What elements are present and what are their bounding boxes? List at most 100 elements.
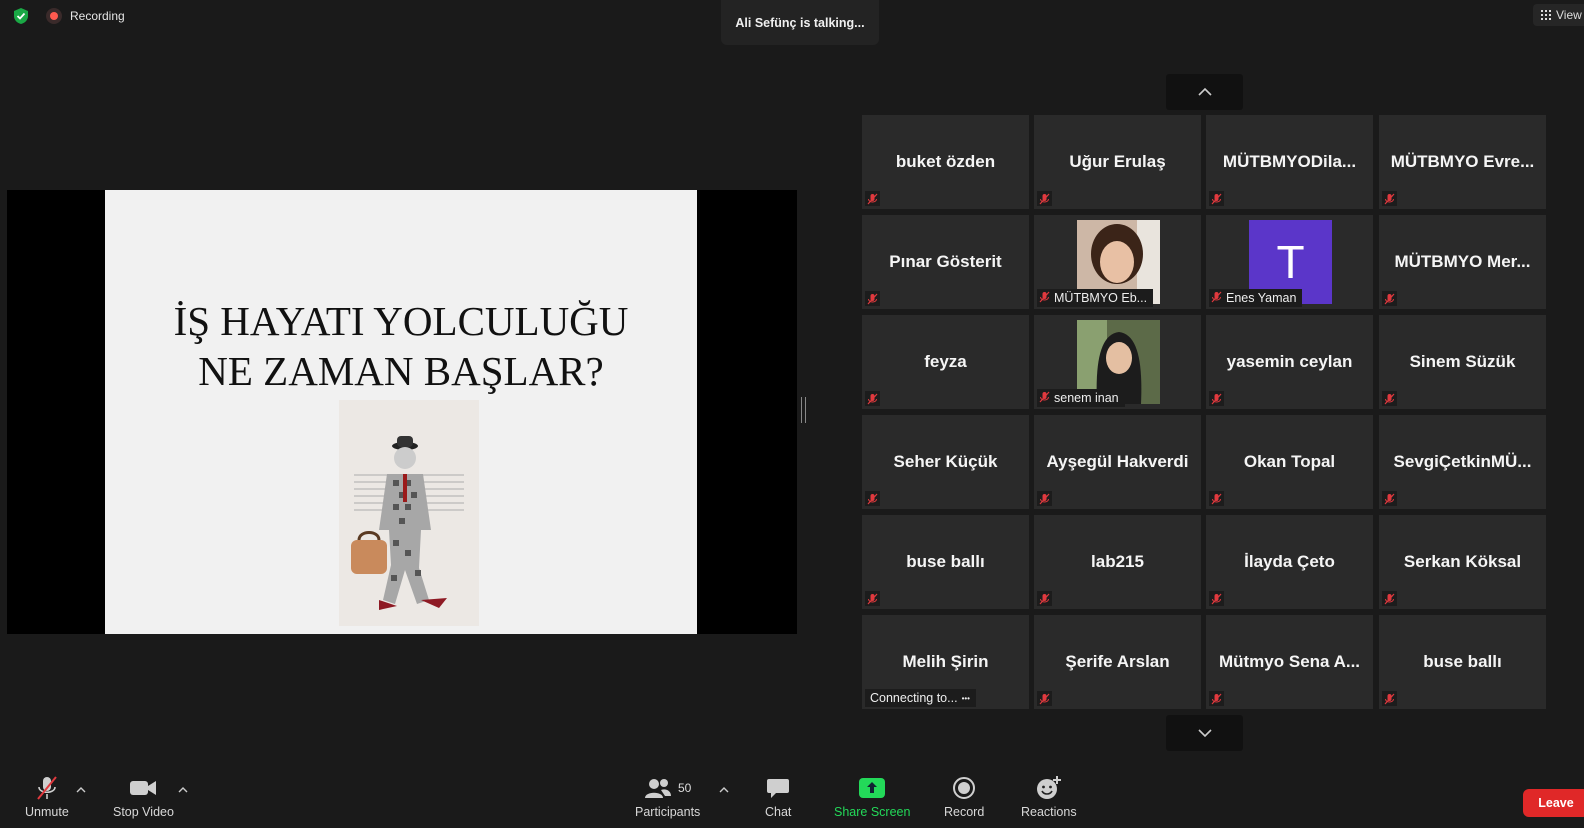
stop-video-label: Stop Video <box>113 805 174 819</box>
participant-name-label: senem inan <box>1037 389 1125 407</box>
participant-tile[interactable]: Sinem Süzük <box>1379 315 1546 409</box>
participant-name: Şerife Arslan <box>1065 652 1170 671</box>
participant-name: Pınar Gösterit <box>889 252 1002 271</box>
chevron-down-icon <box>1197 729 1212 738</box>
participant-tile[interactable]: MÜTBMYODila... <box>1206 115 1373 209</box>
slide-title-line-1: İŞ HAYATI YOLCULUĞU <box>173 298 629 344</box>
splitter-handle[interactable] <box>801 397 806 423</box>
security-shield-icon[interactable] <box>12 7 30 25</box>
share-screen-button[interactable]: Share Screen <box>834 774 910 819</box>
microphone-muted-icon <box>1382 291 1397 306</box>
microphone-muted-icon <box>865 591 880 606</box>
active-speaker-banner: Ali Sefünç is talking... <box>721 0 879 45</box>
chat-label: Chat <box>765 805 792 819</box>
audio-options-caret-icon[interactable] <box>76 786 86 794</box>
participant-tile[interactable]: MÜTBMYO Mer... <box>1379 215 1546 309</box>
microphone-muted-icon <box>1382 391 1397 406</box>
slide-illustration <box>339 400 479 626</box>
microphone-muted-icon <box>1211 291 1222 306</box>
leave-button[interactable]: Leave <box>1523 789 1584 817</box>
participant-name: buse ballı <box>906 552 985 571</box>
participant-tile[interactable]: feyza <box>862 315 1029 409</box>
participant-tile[interactable]: Uğur Erulaş <box>1034 115 1201 209</box>
microphone-muted-icon <box>1382 491 1397 506</box>
participant-tile[interactable]: buse ballı <box>862 515 1029 609</box>
gallery-page-down-button[interactable] <box>1166 715 1243 751</box>
chat-button[interactable]: Chat <box>765 774 791 819</box>
participant-name: Okan Topal <box>1243 452 1336 471</box>
participant-tile[interactable]: Şerife Arslan <box>1034 615 1201 709</box>
record-button[interactable]: Record <box>944 774 984 819</box>
participants-button[interactable]: 50 Participants <box>635 774 700 819</box>
participant-tile[interactable]: MÜTBMYO Eb... <box>1034 215 1201 309</box>
connecting-status-label: Connecting to... ••• <box>865 689 976 707</box>
participant-tile[interactable]: Pınar Gösterit <box>862 215 1029 309</box>
participant-name: MÜTBMYO Evre... <box>1390 152 1535 171</box>
grid-view-icon <box>1541 10 1551 20</box>
participant-tile[interactable]: Okan Topal <box>1206 415 1373 509</box>
recording-indicator-icon <box>46 8 62 24</box>
participant-tile[interactable]: Ayşegül Hakverdi <box>1034 415 1201 509</box>
participant-tile[interactable]: yasemin ceylan <box>1206 315 1373 409</box>
participant-tile[interactable]: Mütmyo Sena A... <box>1206 615 1373 709</box>
microphone-muted-icon <box>1382 191 1397 206</box>
participant-name: MÜTBMYODila... <box>1222 152 1357 171</box>
participant-tile[interactable]: MÜTBMYO Evre... <box>1379 115 1546 209</box>
microphone-muted-icon <box>1037 491 1052 506</box>
microphone-muted-icon <box>1037 591 1052 606</box>
microphone-muted-icon <box>1037 691 1052 706</box>
slide-title: İŞ HAYATI YOLCULUĞU NE ZAMAN BAŞLAR? <box>105 296 697 396</box>
participant-name: SevgiÇetkinMÜ... <box>1393 452 1532 471</box>
share-screen-label: Share Screen <box>834 805 911 819</box>
participant-name: Mütmyo Sena A... <box>1218 652 1361 671</box>
chevron-up-icon <box>1197 87 1212 96</box>
microphone-muted-icon <box>1209 491 1224 506</box>
record-icon <box>953 777 976 799</box>
participants-label: Participants <box>635 805 701 819</box>
participants-icon <box>644 779 671 798</box>
participant-tile[interactable]: senem inan <box>1034 315 1201 409</box>
participant-name: buse ballı <box>1423 652 1502 671</box>
microphone-muted-icon <box>1209 391 1224 406</box>
participant-name-label: MÜTBMYO Eb... <box>1037 289 1154 307</box>
participant-tile[interactable]: Seher Küçük <box>862 415 1029 509</box>
microphone-muted-icon <box>865 391 880 406</box>
microphone-muted-icon <box>37 776 57 800</box>
participant-tile[interactable]: buse ballı <box>1379 615 1546 709</box>
chat-bubble-icon <box>767 779 790 798</box>
unmute-button[interactable]: Unmute <box>25 774 69 819</box>
participants-count: 50 <box>677 781 692 795</box>
microphone-muted-icon <box>1382 591 1397 606</box>
participant-name: feyza <box>924 352 967 371</box>
unmute-label: Unmute <box>25 805 69 819</box>
video-camera-icon <box>130 781 157 795</box>
participant-tile[interactable]: SevgiÇetkinMÜ... <box>1379 415 1546 509</box>
participant-tile[interactable]: T Enes Yaman <box>1206 215 1373 309</box>
participant-name: Sinem Süzük <box>1409 352 1516 371</box>
participants-options-caret-icon[interactable] <box>719 786 729 794</box>
microphone-muted-icon <box>865 291 880 306</box>
microphone-muted-icon <box>865 491 880 506</box>
video-options-caret-icon[interactable] <box>178 786 188 794</box>
microphone-muted-icon <box>1209 591 1224 606</box>
reactions-button[interactable]: Reactions <box>1021 774 1077 819</box>
reactions-emoji-icon <box>1036 776 1061 799</box>
microphone-muted-icon <box>1039 391 1050 406</box>
participant-tile[interactable]: lab215 <box>1034 515 1201 609</box>
microphone-muted-icon <box>1382 691 1397 706</box>
gallery-page-up-button[interactable] <box>1166 74 1243 110</box>
view-button[interactable]: View <box>1533 4 1584 26</box>
participant-tile[interactable]: buket özden <box>862 115 1029 209</box>
loading-dots-icon: ••• <box>961 693 970 703</box>
participant-tile[interactable]: Melih Şirin Connecting to... ••• <box>862 615 1029 709</box>
participant-name: Ayşegül Hakverdi <box>1046 452 1189 471</box>
participant-tile[interactable]: Serkan Köksal <box>1379 515 1546 609</box>
share-screen-icon <box>859 778 886 798</box>
microphone-muted-icon <box>1037 191 1052 206</box>
participant-name: Enes Yaman <box>1226 291 1297 305</box>
participant-name: Serkan Köksal <box>1403 552 1522 571</box>
shared-screen[interactable]: İŞ HAYATI YOLCULUĞU NE ZAMAN BAŞLAR? <box>7 190 797 634</box>
stop-video-button[interactable]: Stop Video <box>113 774 174 819</box>
microphone-muted-icon <box>1209 191 1224 206</box>
participant-tile[interactable]: İlayda Çeto <box>1206 515 1373 609</box>
